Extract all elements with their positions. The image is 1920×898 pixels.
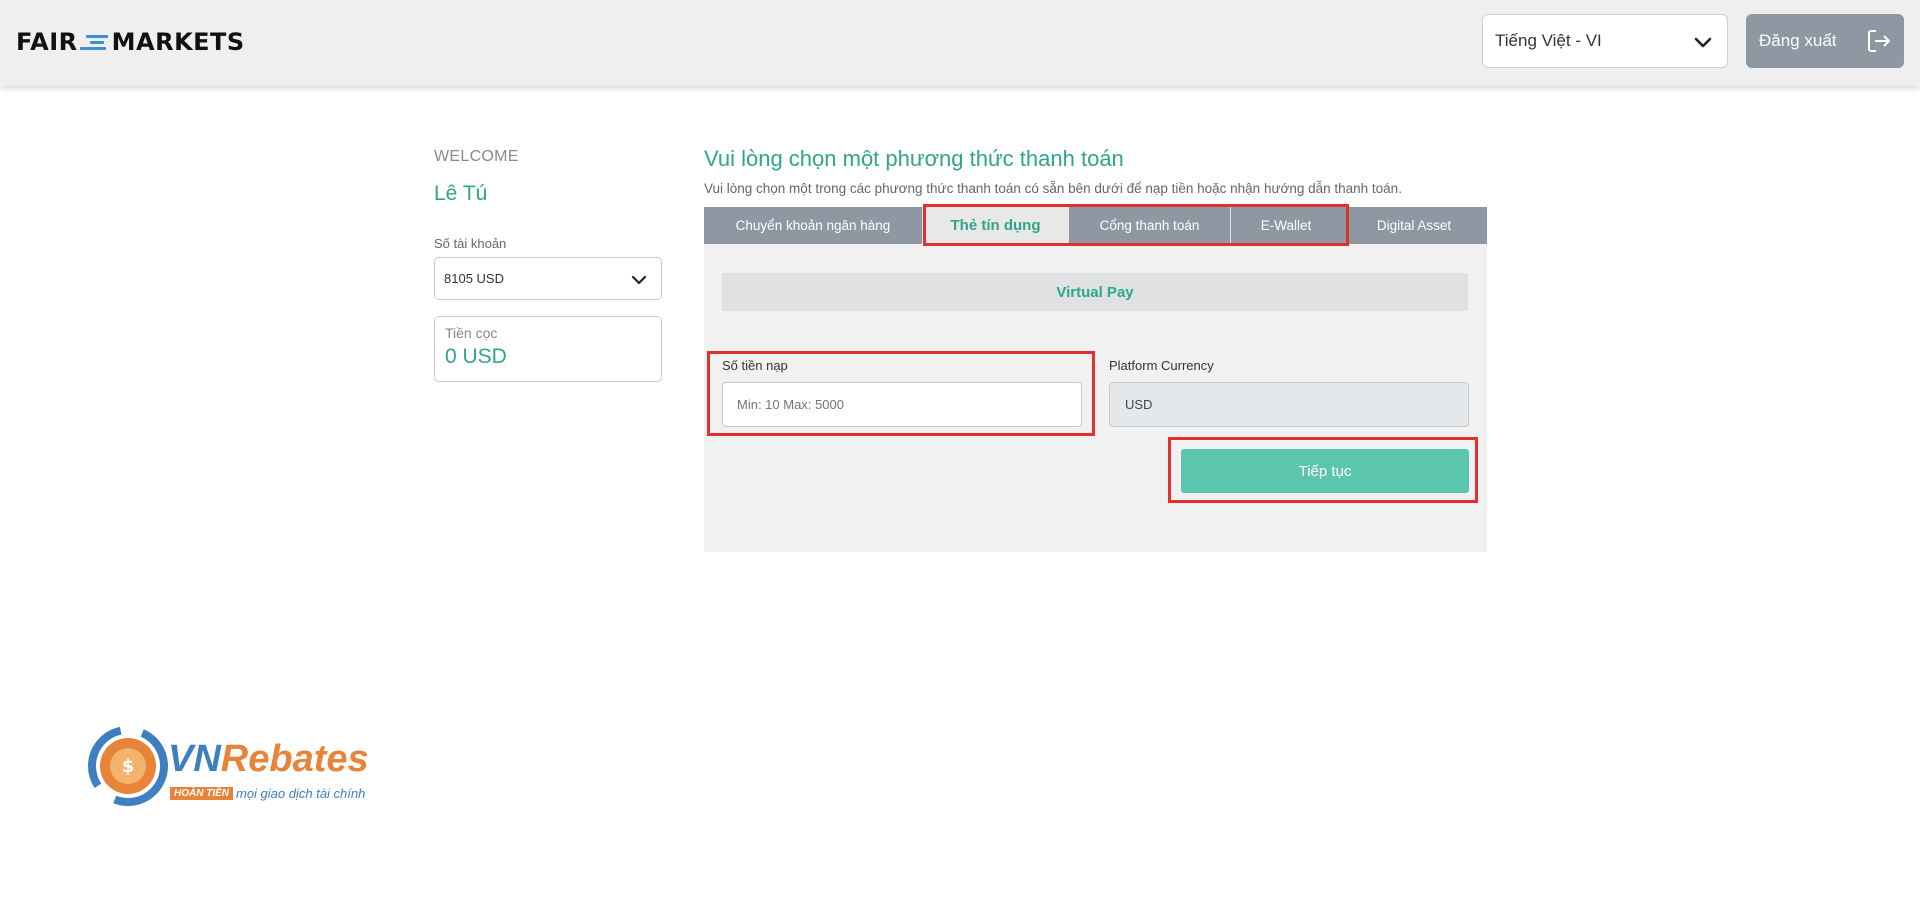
chevron-down-icon	[631, 275, 647, 285]
account-value: 8105 USD	[444, 271, 504, 286]
payment-method-tabs: Chuyển khoản ngân hàng Thẻ tín dụng Cổng…	[704, 207, 1487, 244]
page-title: Vui lòng chọn một phương thức thanh toán	[704, 146, 1124, 171]
deposit-label: Tiền cọc	[445, 325, 498, 341]
fair-markets-logo[interactable]: FAIR MARKETS	[16, 28, 245, 56]
logout-button[interactable]: Đăng xuất	[1746, 14, 1904, 68]
tab-bank-transfer[interactable]: Chuyển khoản ngân hàng	[704, 207, 922, 244]
user-name: Lê Tú	[434, 182, 488, 205]
vnrebates-watermark: $ VNRebates HOÀN TIỀN mọi giao dịch tài …	[88, 726, 388, 812]
currency-label: Platform Currency	[1109, 358, 1214, 373]
tab-credit-card[interactable]: Thẻ tín dụng	[922, 207, 1069, 244]
tab-e-wallet[interactable]: E-Wallet	[1231, 207, 1341, 244]
logout-label: Đăng xuất	[1759, 31, 1837, 50]
tab-payment-gateway[interactable]: Cổng thanh toán	[1069, 207, 1231, 244]
svg-text:$: $	[122, 756, 135, 777]
logo-lines-icon	[79, 32, 110, 52]
logout-icon	[1868, 30, 1890, 52]
welcome-heading: WELCOME	[434, 148, 519, 165]
language-value: Tiếng Việt - VI	[1495, 31, 1602, 50]
top-header: FAIR MARKETS Tiếng Việt - VI Đăng xuất	[0, 0, 1920, 86]
page-subtitle: Vui lòng chọn một trong các phương thức …	[704, 181, 1402, 196]
vnrebates-logo-icon: $	[88, 726, 168, 806]
logo-text-right: MARKETS	[111, 28, 245, 56]
tab-digital-asset[interactable]: Digital Asset	[1341, 207, 1487, 244]
account-select[interactable]: 8105 USD	[434, 257, 662, 300]
provider-option[interactable]: Virtual Pay	[722, 273, 1468, 311]
deposit-value: 0 USD	[445, 345, 507, 368]
currency-field: USD	[1109, 382, 1469, 427]
amount-input[interactable]	[722, 382, 1082, 427]
watermark-tagline-row: HOÀN TIỀN mọi giao dịch tài chính	[170, 786, 365, 801]
account-label: Số tài khoản	[434, 236, 507, 251]
watermark-brand: VNRebates	[168, 738, 369, 780]
language-select[interactable]: Tiếng Việt - VI	[1482, 14, 1728, 68]
watermark-tagline: mọi giao dịch tài chính	[236, 786, 366, 801]
amount-label: Số tiền nạp	[722, 358, 788, 373]
logo-text-left: FAIR	[16, 28, 78, 56]
chevron-down-icon	[1694, 37, 1712, 48]
deposit-card: Tiền cọc 0 USD	[434, 316, 662, 382]
watermark-tag: HOÀN TIỀN	[170, 787, 233, 800]
continue-button[interactable]: Tiếp tục	[1181, 449, 1469, 493]
